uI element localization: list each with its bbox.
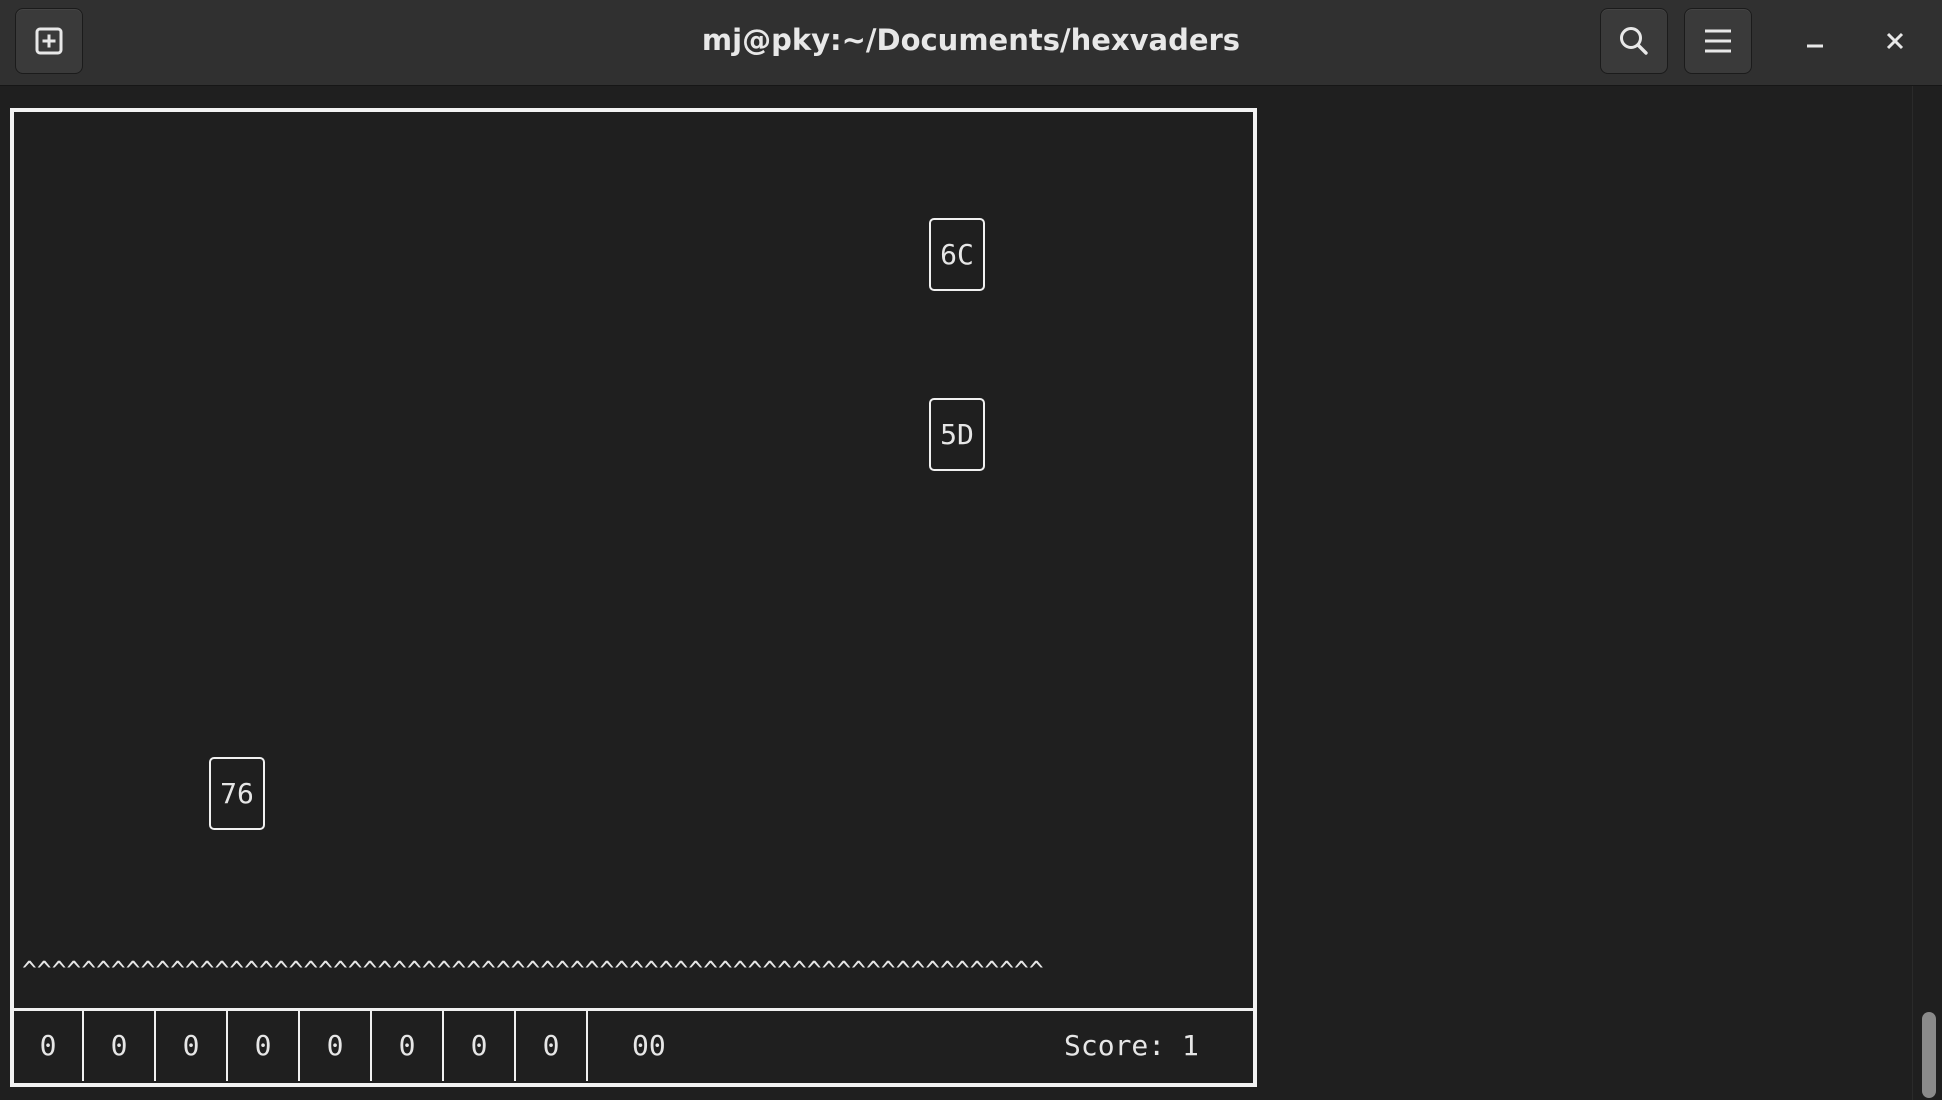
scrollbar-thumb[interactable] (1922, 1012, 1936, 1098)
scrollbar[interactable] (1912, 86, 1942, 1100)
status-bar: 0 0 0 0 0 0 0 0 00 Score: 1 (14, 1008, 1253, 1081)
spike-row: ^^^^^^^^^^^^^^^^^^^^^^^^^^^^^^^^^^^^^^^^… (22, 956, 1044, 985)
new-tab-icon (35, 27, 63, 55)
invader: 5D (929, 398, 985, 471)
hamburger-menu-icon (1705, 29, 1731, 53)
bit-cell: 0 (84, 1011, 156, 1081)
score-display: Score: 1 (1064, 1029, 1199, 1062)
bit-cell: 0 (372, 1011, 444, 1081)
bit-cell: 0 (444, 1011, 516, 1081)
minimize-button[interactable] (1788, 14, 1842, 68)
bit-cell: 0 (228, 1011, 300, 1081)
bit-cell: 0 (14, 1011, 84, 1081)
new-tab-button[interactable] (15, 8, 83, 74)
close-icon (1886, 32, 1904, 50)
minimize-icon (1807, 44, 1823, 48)
hex-value: 00 (632, 1029, 666, 1062)
terminal-window: mj@pky:~/Documents/hexvaders 6C 5D 76 ^^… (0, 0, 1942, 1100)
game-frame: 6C 5D 76 ^^^^^^^^^^^^^^^^^^^^^^^^^^^^^^^… (10, 108, 1257, 1087)
search-button[interactable] (1600, 8, 1668, 74)
invader: 6C (929, 218, 985, 291)
close-button[interactable] (1868, 14, 1922, 68)
bit-cell: 0 (156, 1011, 228, 1081)
window-title: mj@pky:~/Documents/hexvaders (701, 23, 1241, 57)
header-bar: mj@pky:~/Documents/hexvaders (0, 0, 1942, 86)
bit-cell: 0 (300, 1011, 372, 1081)
search-icon (1620, 27, 1648, 55)
invader: 76 (209, 757, 265, 830)
main-menu-button[interactable] (1684, 8, 1752, 74)
bit-cell: 0 (516, 1011, 588, 1081)
